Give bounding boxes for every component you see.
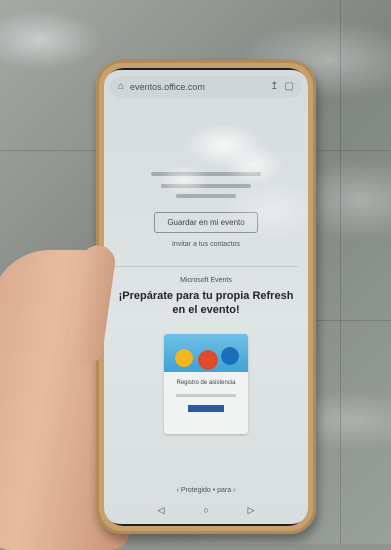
card-text: Registro de asistencia (176, 379, 236, 386)
headline: ¡Prepárate para tu propia Refresh en el … (118, 290, 294, 316)
tabs-icon[interactable]: ▢ (285, 82, 294, 92)
share-icon[interactable]: ↥ (270, 82, 278, 92)
event-label: Microsoft Events (180, 277, 232, 284)
divider (114, 266, 298, 267)
browser-address-bar[interactable]: ⌂ eventos.office.com ↥ ▢ (110, 76, 302, 98)
footer-link[interactable]: ‹ Protegido • para › (104, 487, 308, 494)
android-nav-bar: ◁ ○ ▷ (104, 505, 308, 516)
invite-link[interactable]: Invitar a tus contactos (104, 241, 308, 248)
text-line (151, 172, 261, 176)
card-button[interactable] (188, 404, 224, 412)
text-line (161, 184, 251, 188)
event-card[interactable]: Registro de asistencia (164, 333, 248, 434)
address-text[interactable]: eventos.office.com (130, 82, 264, 92)
card-illustration (164, 333, 248, 372)
card-input-line (176, 393, 236, 397)
text-line (176, 194, 236, 198)
back-icon[interactable]: ◁ (157, 505, 164, 516)
page-content: Guardar en mi evento Invitar a tus conta… (104, 102, 308, 524)
pavement-seam (340, 0, 341, 544)
home-circle-icon[interactable]: ○ (203, 505, 208, 516)
recents-icon[interactable]: ▷ (248, 505, 255, 516)
save-event-button[interactable]: Guardar en mi evento (154, 212, 258, 233)
home-icon[interactable]: ⌂ (118, 82, 124, 92)
smartphone: ⌂ eventos.office.com ↥ ▢ Guardar en mi e… (96, 60, 316, 534)
phone-screen[interactable]: ⌂ eventos.office.com ↥ ▢ Guardar en mi e… (104, 70, 308, 524)
